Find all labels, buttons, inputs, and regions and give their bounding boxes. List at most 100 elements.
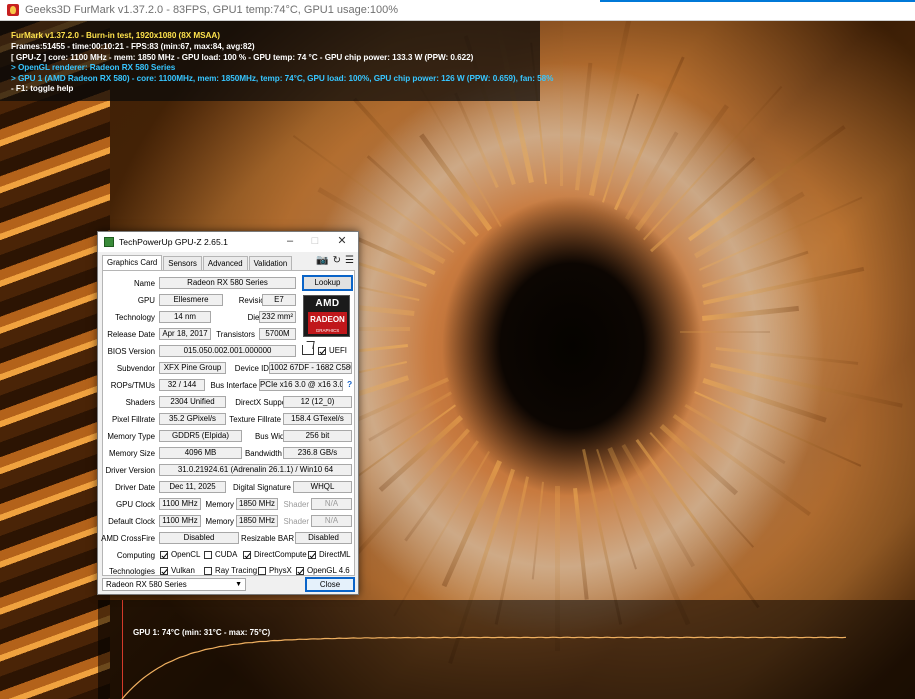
render-streak <box>680 331 770 333</box>
value-texture-fillrate: 158.4 GTexel/s <box>283 413 352 425</box>
computing-directcompute-label: DirectCompute <box>254 550 307 559</box>
value-bus-width: 256 bit <box>283 430 352 442</box>
tech-physx-label: PhysX <box>269 566 292 575</box>
label-default-shader: Shader <box>283 517 309 526</box>
tech-vulkan-box[interactable] <box>160 566 168 575</box>
value-transistors: 5700M <box>259 328 296 340</box>
gpuz-titlebar[interactable]: TechPowerUp GPU-Z 2.65.1 – □ ✕ <box>98 232 358 252</box>
overlay-line-frames: Frames:51455 - time:00:10:21 - FPS:83 (m… <box>11 42 255 51</box>
label-digital-signature: Digital Signature <box>233 483 291 492</box>
render-background-wall <box>0 21 110 699</box>
value-bus-interface: PCIe x16 3.0 @ x16 3.0 <box>259 379 343 391</box>
label-directx: DirectX Support <box>235 398 291 407</box>
label-name: Name <box>133 279 155 288</box>
value-device-id: 1002 67DF - 1682 C580 <box>269 362 352 374</box>
render-streak <box>715 347 859 366</box>
render-streak <box>454 92 499 188</box>
label-device-id: Device ID <box>234 364 269 373</box>
tab-advanced[interactable]: Advanced <box>202 256 248 270</box>
render-streak <box>572 488 589 600</box>
label-driver-date: Driver Date <box>115 483 155 492</box>
amd-logo-brand: AMD <box>315 298 340 309</box>
label-gpu-shader: Shader <box>283 500 309 509</box>
label-crossfire: AMD CrossFire <box>101 534 155 543</box>
computing-cuda-box[interactable] <box>204 550 212 559</box>
label-gpu-memory: Memory <box>205 500 235 509</box>
refresh-icon[interactable]: ↻ <box>333 255 341 267</box>
share-icon[interactable] <box>302 345 314 355</box>
maximize-button[interactable]: □ <box>307 234 323 248</box>
computing-opencl[interactable]: OpenCL <box>160 550 200 559</box>
amd-logo-graphics: GRAPHICS <box>315 328 340 333</box>
tech-physx[interactable]: PhysX <box>258 566 292 575</box>
computing-directcompute-box[interactable] <box>243 550 251 559</box>
label-memory-size: Memory Size <box>108 449 155 458</box>
label-default-memory: Memory <box>205 517 235 526</box>
tab-sensors[interactable]: Sensors <box>163 256 202 270</box>
computing-directcompute[interactable]: DirectCompute <box>243 550 307 559</box>
lookup-button[interactable]: Lookup <box>302 275 353 291</box>
temperature-trace <box>121 636 847 699</box>
tech-opengl-box[interactable] <box>296 566 304 575</box>
label-rops-tmus: ROPs/TMUs <box>110 381 155 390</box>
label-technology: Technology <box>115 313 155 322</box>
render-streak <box>588 21 632 197</box>
computing-directml-box[interactable] <box>308 550 316 559</box>
camera-icon[interactable]: 📷 <box>316 255 328 267</box>
label-bios-version: BIOS Version <box>107 347 155 356</box>
close-button[interactable]: Close <box>305 577 355 592</box>
value-driver-version: 31.0.21924.61 (Adrenalin 26.1.1) / Win10… <box>159 464 352 476</box>
label-bus-interface: Bus Interface <box>210 381 258 390</box>
value-name: Radeon RX 580 Series <box>159 277 296 289</box>
computing-opencl-box[interactable] <box>160 550 168 559</box>
tab-graphics-card[interactable]: Graphics Card <box>102 255 163 270</box>
titlebar-accent <box>600 0 915 2</box>
computing-opencl-label: OpenCL <box>171 550 201 559</box>
overlay-line-title: FurMark v1.37.2.0 - Burn-in test, 1920x1… <box>11 31 220 40</box>
label-memory-type: Memory Type <box>107 432 155 441</box>
value-rops-tmus: 32 / 144 <box>159 379 205 391</box>
tech-vulkan-label: Vulkan <box>171 566 195 575</box>
tech-ray-tracing-box[interactable] <box>204 566 212 575</box>
computing-cuda[interactable]: CUDA <box>204 550 237 559</box>
gpuz-window[interactable]: TechPowerUp GPU-Z 2.65.1 – □ ✕ Graphics … <box>97 231 359 595</box>
bus-interface-help-icon[interactable]: ? <box>347 379 352 389</box>
tech-ray-tracing[interactable]: Ray Tracing <box>204 566 257 575</box>
card-select[interactable]: Radeon RX 580 Series ▼ <box>102 578 246 591</box>
render-streak <box>672 414 811 517</box>
tab-validation[interactable]: Validation <box>248 256 293 270</box>
close-window-button[interactable]: ✕ <box>334 234 350 248</box>
gpuz-app-icon <box>104 237 114 247</box>
temperature-graph-svg <box>121 636 847 699</box>
value-gpu-clock: 1100 MHz <box>159 498 201 510</box>
overlay-line-renderer: > OpenGL renderer: Radeon RX 580 Series <box>11 63 176 72</box>
furmark-titlebar: Geeks3D FurMark v1.37.2.0 - 83FPS, GPU1 … <box>0 0 915 21</box>
render-streak <box>349 427 471 562</box>
computing-directml-label: DirectML <box>319 550 351 559</box>
render-streak <box>634 104 729 232</box>
temperature-graph: GPU 1: 74°C (min: 31°C - max: 75°C) <box>98 600 915 699</box>
value-default-memory: 1850 MHz <box>236 515 278 527</box>
menu-icon[interactable]: ☰ <box>345 255 354 267</box>
value-memory-type: GDDR5 (Elpida) <box>159 430 242 442</box>
label-release-date: Release Date <box>107 330 155 339</box>
uefi-checkbox[interactable]: UEFI <box>318 346 347 355</box>
tech-vulkan[interactable]: Vulkan <box>160 566 195 575</box>
label-pixel-fillrate: Pixel Fillrate <box>112 415 155 424</box>
value-release-date: Apr 18, 2017 <box>159 328 211 340</box>
tech-ray-tracing-label: Ray Tracing <box>215 566 258 575</box>
graph-label: GPU 1: 74°C (min: 31°C - max: 75°C) <box>133 628 271 637</box>
value-default-shader: N/A <box>311 515 352 527</box>
uefi-checkbox-box[interactable] <box>318 346 326 355</box>
tech-opengl-label: OpenGL 4.6 <box>307 566 350 575</box>
render-streak <box>349 233 436 275</box>
value-gpu-memory: 1850 MHz <box>236 498 278 510</box>
minimize-button[interactable]: – <box>282 234 298 248</box>
label-gpu-clock: GPU Clock <box>115 500 155 509</box>
render-streak <box>702 305 800 322</box>
tech-physx-box[interactable] <box>258 566 266 575</box>
value-digital-signature: WHQL <box>293 481 352 493</box>
computing-directml[interactable]: DirectML <box>308 550 351 559</box>
tech-opengl[interactable]: OpenGL 4.6 <box>296 566 350 575</box>
gpuz-tabs: Graphics Card Sensors Advanced Validatio… <box>102 255 293 270</box>
